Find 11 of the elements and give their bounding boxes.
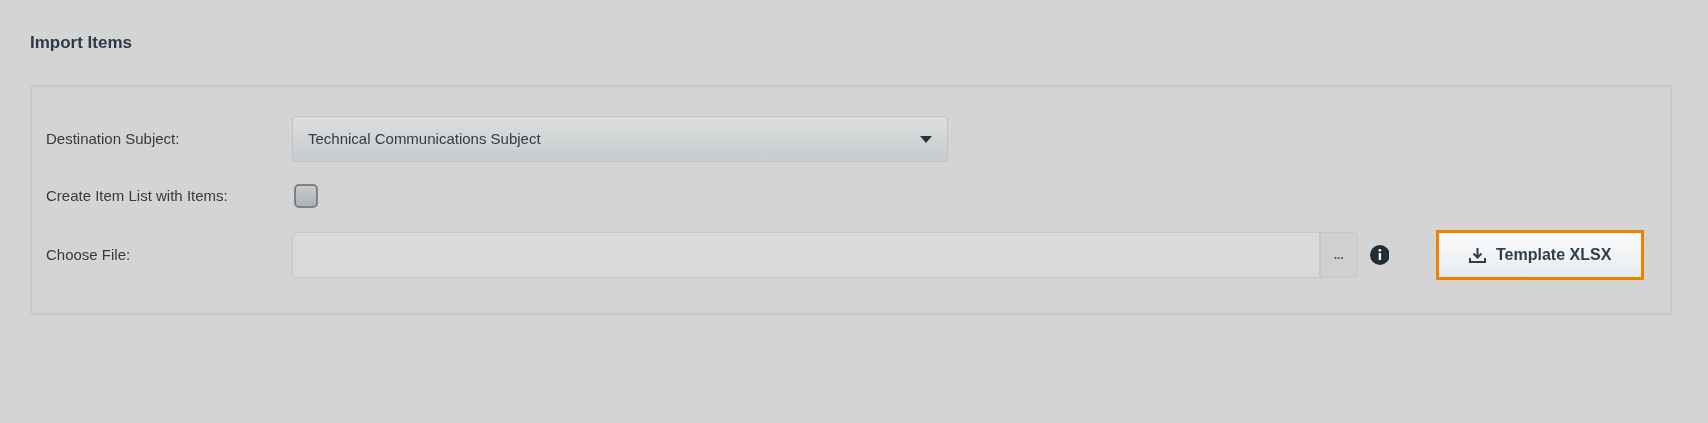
- template-download-button[interactable]: Template XLSX: [1436, 230, 1644, 280]
- caret-icon: [920, 135, 932, 143]
- page-title: Import Items: [30, 32, 133, 54]
- checkbox[interactable]: [294, 184, 318, 208]
- field-label: Create Item List with Items:: [46, 185, 229, 206]
- download-icon: [1469, 247, 1486, 263]
- subject-dropdown[interactable]: Technical Communications Subject: [292, 116, 948, 162]
- browse-button[interactable]: ...: [1320, 232, 1358, 278]
- info-icon[interactable]: [1369, 245, 1390, 265]
- field-label: Destination Subject:: [46, 128, 181, 149]
- field-label: Choose File:: [46, 244, 132, 265]
